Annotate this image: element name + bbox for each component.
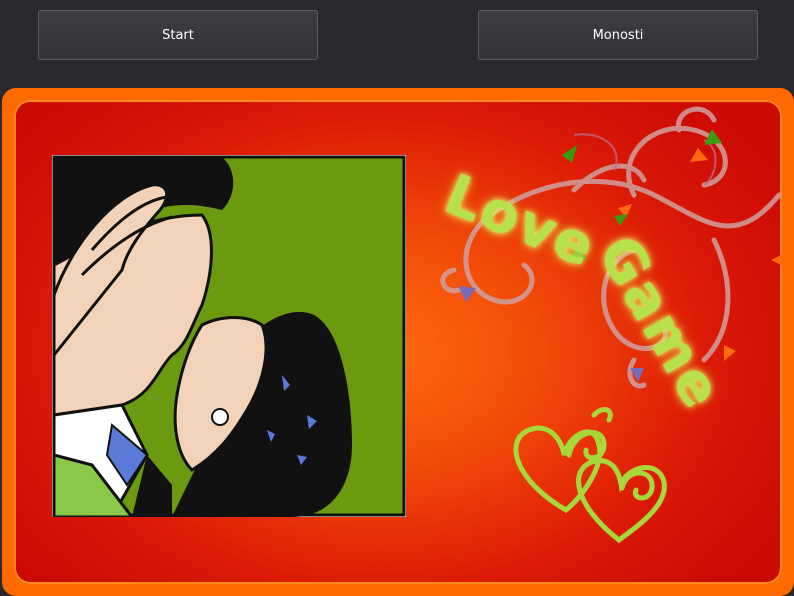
game-frame: Love Game <box>2 88 794 596</box>
options-button[interactable]: Monosti <box>478 10 758 60</box>
game-splash-panel: Love Game <box>14 100 782 584</box>
start-button[interactable]: Start <box>38 10 318 60</box>
double-heart-icon <box>513 407 667 544</box>
kissing-couple-illustration <box>52 155 406 517</box>
top-toolbar: Start Monosti <box>0 0 794 88</box>
